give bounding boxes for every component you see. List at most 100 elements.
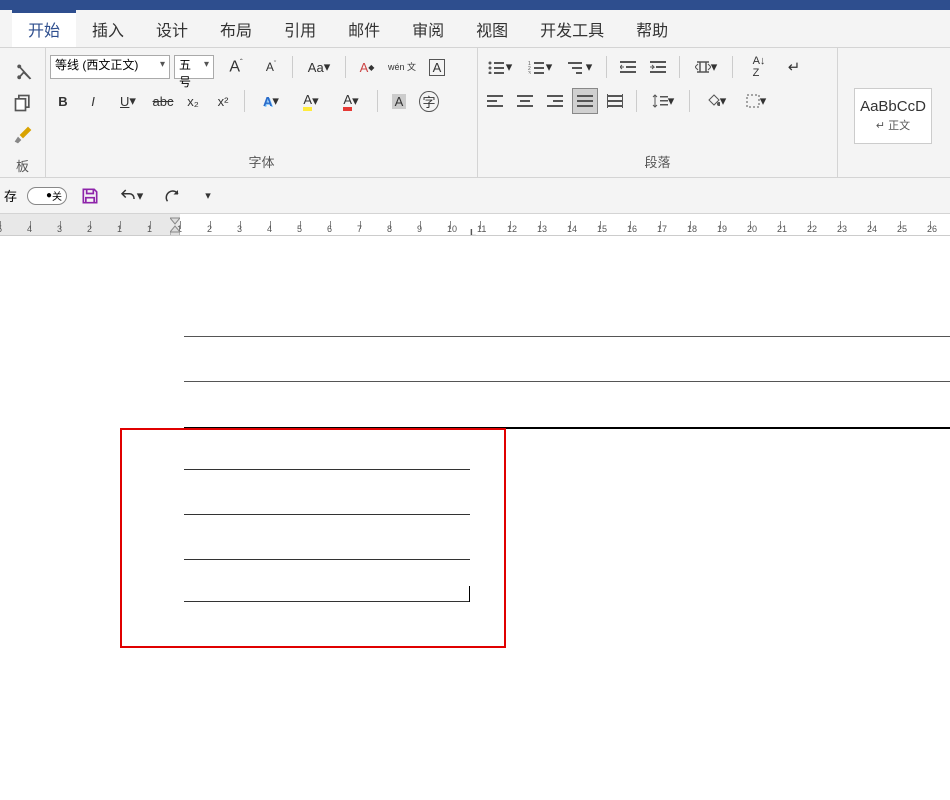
page[interactable]	[0, 236, 950, 800]
increase-indent-button[interactable]	[645, 54, 671, 80]
brush-icon	[13, 125, 33, 145]
strikethrough-button[interactable]: abc	[150, 88, 176, 114]
decrease-indent-button[interactable]	[615, 54, 641, 80]
font-color-button[interactable]: A ▾	[333, 88, 369, 114]
tab-developer[interactable]: 开发工具	[524, 10, 620, 47]
spacing-icon	[652, 94, 668, 108]
styles-group: AaBbCcD ↵ 正文	[838, 48, 948, 177]
align-left-icon	[487, 94, 503, 108]
character-border-button[interactable]: A	[424, 54, 450, 80]
bullets-button[interactable]: ▾	[482, 54, 518, 80]
tab-insert[interactable]: 插入	[76, 10, 140, 47]
distributed-button[interactable]	[602, 88, 628, 114]
bullets-icon	[488, 60, 506, 74]
asian-layout-button[interactable]: ▾	[688, 54, 724, 80]
subscript-button[interactable]: x₂	[180, 88, 206, 114]
text-line	[184, 381, 950, 382]
undo-button[interactable]: ▾	[113, 183, 149, 209]
borders-button[interactable]: ▾	[738, 88, 774, 114]
borders-icon	[746, 94, 760, 108]
font-group: 等线 (西文正文) 五号 Aˆ Aˇ Aa ▾ A◆ wén 文 A B I U…	[46, 48, 478, 177]
line-spacing-button[interactable]: ▾	[645, 88, 681, 114]
style-normal[interactable]: AaBbCcD ↵ 正文	[854, 88, 932, 144]
document-area[interactable]	[0, 236, 950, 800]
asian-icon	[695, 60, 711, 74]
clipboard-label: 板	[4, 152, 41, 181]
horizontal-ruler[interactable]: 543211 123456789101112131415161718192021…	[0, 214, 950, 236]
format-painter-button[interactable]	[10, 122, 36, 148]
autosave-label: 存	[4, 186, 17, 205]
text-line	[184, 469, 470, 470]
save-button[interactable]	[77, 183, 103, 209]
tab-mailings[interactable]: 邮件	[332, 10, 396, 47]
align-justify-button[interactable]	[572, 88, 598, 114]
sort-button[interactable]: A↓Z	[741, 54, 777, 80]
align-left-button[interactable]	[482, 88, 508, 114]
underline-button[interactable]: U ▾	[110, 88, 146, 114]
text-line	[184, 514, 470, 515]
superscript-button[interactable]: x²	[210, 88, 236, 114]
italic-button[interactable]: I	[80, 88, 106, 114]
show-marks-button[interactable]: ↵	[781, 54, 807, 80]
separator	[636, 90, 637, 112]
align-center-icon	[517, 94, 533, 108]
quick-access-toolbar: 存 ● 关 ▾ ▾	[0, 178, 950, 214]
redo-button[interactable]	[159, 183, 185, 209]
tab-layout[interactable]: 布局	[204, 10, 268, 47]
bold-button[interactable]: B	[50, 88, 76, 114]
tab-references[interactable]: 引用	[268, 10, 332, 47]
tab-view[interactable]: 视图	[460, 10, 524, 47]
separator	[732, 56, 733, 78]
shading-button[interactable]: ▾	[698, 88, 734, 114]
indent-icon	[650, 60, 666, 74]
style-name: ↵ 正文	[876, 117, 910, 133]
title-bar	[0, 0, 950, 10]
tab-help[interactable]: 帮助	[620, 10, 684, 47]
scissors-icon	[13, 61, 33, 81]
separator	[345, 56, 346, 78]
copy-button[interactable]	[10, 90, 36, 116]
undo-icon	[119, 187, 137, 205]
numbering-button[interactable]: 123 ▾	[522, 54, 558, 80]
align-center-button[interactable]	[512, 88, 538, 114]
tab-home[interactable]: 开始	[12, 10, 76, 47]
cut-button[interactable]	[10, 58, 36, 84]
change-case-button[interactable]: Aa ▾	[301, 54, 337, 80]
shrink-font-button[interactable]: Aˇ	[258, 54, 284, 80]
bucket-icon	[706, 94, 720, 108]
font-size-select[interactable]: 五号	[174, 55, 214, 79]
multilevel-icon	[568, 60, 586, 74]
paragraph-group-label: 段落	[482, 148, 833, 177]
grow-font-button[interactable]: Aˆ	[218, 54, 254, 80]
distributed-icon	[607, 94, 623, 108]
highlight-button[interactable]: A ▾	[293, 88, 329, 114]
text-line	[184, 601, 470, 602]
numbering-icon: 123	[528, 60, 546, 74]
align-justify-icon	[577, 94, 593, 108]
paragraph-group: ▾ 123 ▾ ▾ ▾ A↓Z ↵ ▾	[478, 48, 838, 177]
menu-tabs: 开始 插入 设计 布局 引用 邮件 审阅 视图 开发工具 帮助	[0, 10, 950, 48]
annotation-box	[120, 428, 506, 648]
text-line	[184, 336, 950, 337]
phonetic-guide-button[interactable]: wén 文	[384, 54, 420, 80]
qat-customize-button[interactable]: ▾	[195, 183, 221, 209]
enclose-characters-button[interactable]: 字	[416, 88, 442, 114]
font-group-label: 字体	[50, 148, 473, 177]
separator	[292, 56, 293, 78]
text-effects-button[interactable]: A ▾	[253, 88, 289, 114]
save-icon	[80, 186, 100, 206]
text-line	[184, 559, 470, 560]
indent-marker[interactable]	[170, 214, 180, 236]
redo-icon	[163, 187, 181, 205]
tab-review[interactable]: 审阅	[396, 10, 460, 47]
tab-stop-marker[interactable]: L	[470, 228, 476, 236]
autosave-toggle[interactable]: ● 关	[27, 187, 67, 205]
character-shading-button[interactable]: A	[386, 88, 412, 114]
separator	[377, 90, 378, 112]
clear-formatting-button[interactable]: A◆	[354, 54, 380, 80]
align-right-button[interactable]	[542, 88, 568, 114]
font-name-select[interactable]: 等线 (西文正文)	[50, 55, 170, 79]
tab-design[interactable]: 设计	[140, 10, 204, 47]
multilevel-list-button[interactable]: ▾	[562, 54, 598, 80]
separator	[244, 90, 245, 112]
